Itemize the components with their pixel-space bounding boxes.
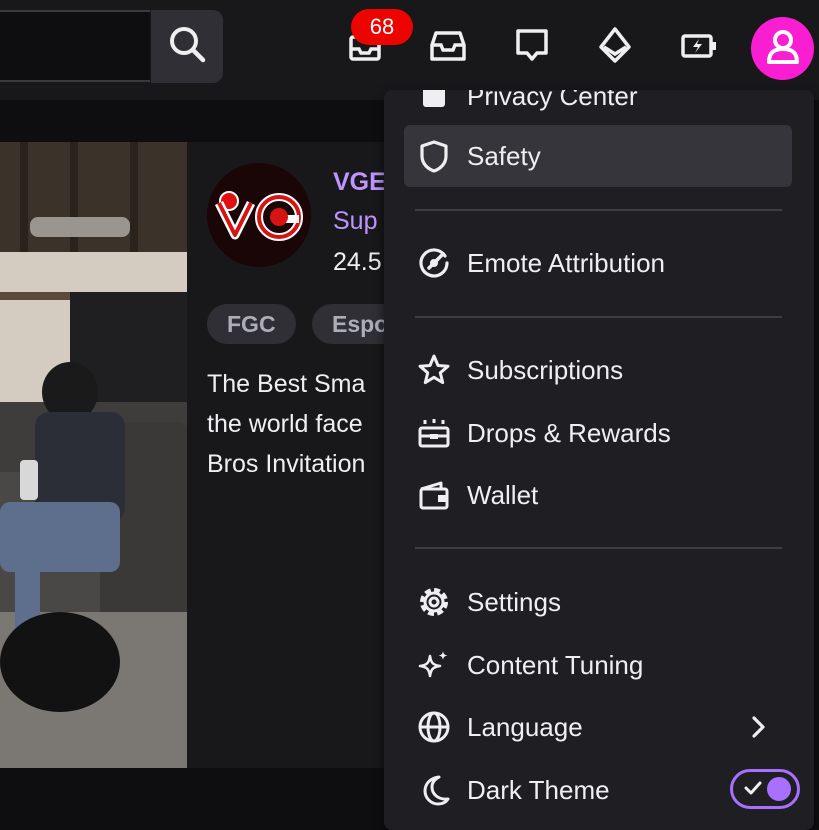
checkmark-icon (744, 781, 762, 795)
top-nav-bar: 68 (0, 0, 819, 100)
menu-item-label: Wallet (467, 479, 539, 510)
channel-avatar[interactable] (207, 163, 311, 267)
drops-icon (414, 413, 454, 453)
gear-icon (414, 582, 454, 622)
moon-icon (414, 770, 454, 810)
menu-item-label: Subscriptions (467, 354, 624, 385)
menu-item-label: Privacy Center (467, 90, 638, 111)
inbox-button[interactable] (423, 22, 473, 72)
globe-icon (414, 707, 454, 747)
menu-divider (415, 547, 782, 549)
menu-item-label: Safety (467, 140, 541, 171)
prime-button[interactable] (590, 22, 640, 72)
star-icon (414, 350, 454, 390)
stream-title-line: The Best Sma (207, 370, 366, 398)
bits-button[interactable] (674, 22, 724, 72)
menu-divider (415, 209, 782, 211)
menu-item-safety[interactable]: Safety (404, 125, 792, 187)
menu-item-label: Content Tuning (467, 649, 644, 680)
dark-theme-toggle[interactable] (730, 769, 800, 809)
inbox-icon (428, 25, 468, 70)
viewer-count: 24.5 (333, 248, 382, 276)
toggle-knob (767, 777, 791, 801)
game-category-link[interactable]: Sup (333, 207, 377, 236)
menu-divider (415, 316, 782, 318)
notifications-badge: 68 (351, 9, 413, 45)
search-input[interactable] (0, 10, 150, 82)
menu-item-label: Settings (467, 586, 561, 617)
prime-icon (595, 25, 635, 70)
whispers-icon (512, 25, 552, 70)
shield-icon (414, 136, 454, 176)
page-background (0, 768, 387, 820)
emote-attribution-icon (414, 243, 454, 283)
stream-info-panel: VGE Sup 24.5 FGC Espo The Best Sma the w… (187, 142, 387, 768)
tag-fgc[interactable]: FGC (207, 304, 296, 344)
menu-item-emote-attribution[interactable]: Emote Attribution (404, 232, 792, 294)
menu-item-label: Drops & Rewards (467, 417, 671, 448)
menu-item-language[interactable]: Language (404, 696, 792, 758)
search-button[interactable] (151, 10, 223, 83)
sparkle-icon (414, 645, 454, 685)
privacy-icon (414, 90, 454, 116)
menu-item-label: Dark Theme (467, 774, 610, 805)
chevron-right-icon (744, 713, 772, 746)
user-avatar-icon (763, 26, 803, 71)
menu-item-privacy-center[interactable]: Privacy Center (404, 90, 792, 127)
stream-title[interactable]: The Best Sma the world face Bros Invitat… (207, 364, 387, 484)
stream-title-line: the world face (207, 410, 363, 438)
stream-title-line: Bros Invitation (207, 450, 366, 478)
user-avatar-button[interactable] (751, 17, 814, 80)
stream-preview-thumbnail[interactable] (0, 142, 187, 768)
vg-logo-icon (214, 191, 303, 241)
whispers-button[interactable] (507, 22, 557, 72)
tag-esports[interactable]: Espo (312, 304, 387, 344)
menu-item-drops-rewards[interactable]: Drops & Rewards (404, 402, 792, 464)
menu-item-dark-theme: Dark Theme (404, 759, 800, 821)
user-dropdown-menu: Privacy Center Safety Emote Attribution … (384, 90, 814, 830)
wallet-icon (414, 475, 454, 515)
channel-name-link[interactable]: VGE (333, 168, 386, 197)
menu-item-label: Language (467, 711, 583, 742)
menu-item-subscriptions[interactable]: Subscriptions (404, 339, 792, 401)
menu-item-settings[interactable]: Settings (404, 571, 792, 633)
menu-item-content-tuning[interactable]: Content Tuning (404, 634, 792, 696)
menu-item-wallet[interactable]: Wallet (404, 464, 792, 526)
menu-item-label: Emote Attribution (467, 247, 665, 278)
stream-thumbnail-image (0, 142, 187, 768)
bits-icon (679, 25, 719, 70)
search-icon (166, 23, 208, 70)
